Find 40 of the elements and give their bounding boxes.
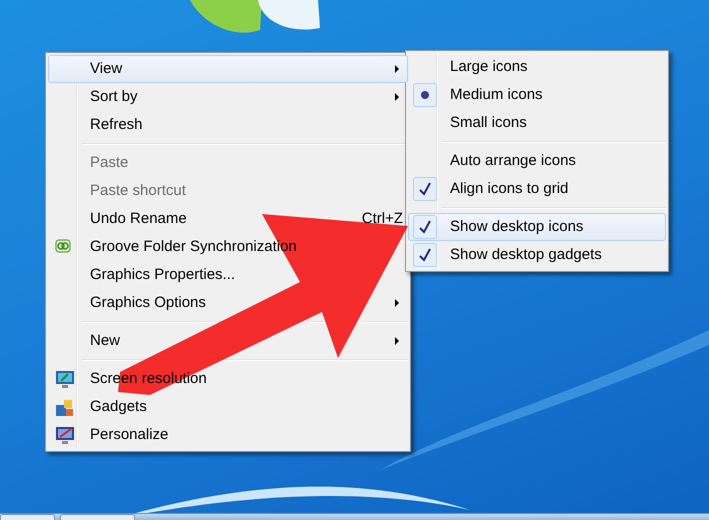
menu-label: New (89, 330, 120, 351)
menu-label: View (89, 58, 122, 79)
menu-item[interactable]: View (48, 55, 408, 83)
menu-item[interactable]: Gadgets (48, 393, 408, 421)
menu-label: Paste (89, 152, 128, 173)
monitor-brush-icon (55, 426, 75, 444)
menu-label: Graphics Properties... (89, 264, 236, 285)
menu-item[interactable]: Sort by (48, 83, 408, 111)
menu-label: Paste shortcut (89, 180, 186, 201)
menu-item[interactable]: Medium icons (408, 81, 666, 109)
monitor-icon (55, 370, 75, 388)
menu-label: Small icons (449, 112, 527, 133)
menu-item[interactable]: Graphics Properties... (48, 261, 408, 289)
menu-item[interactable]: Auto arrange icons (408, 147, 666, 175)
menu-item[interactable]: Undo Rename Ctrl+Z (48, 205, 408, 233)
menu-label: Align icons to grid (449, 178, 568, 199)
gadgets-icon (55, 398, 75, 416)
menu-label: Undo Rename (89, 208, 187, 229)
menu-item[interactable]: Graphics Options (48, 289, 408, 317)
taskbar-button[interactable] (0, 514, 55, 520)
menu-label: Gadgets (89, 396, 147, 417)
taskbar-button[interactable] (60, 514, 135, 520)
menu-item[interactable]: Show desktop gadgets (408, 241, 666, 269)
menu-label: Refresh (89, 114, 143, 135)
menu-item[interactable]: Large icons (408, 53, 666, 81)
menu-item[interactable]: Refresh (48, 111, 408, 139)
menu-label: Medium icons (449, 84, 543, 105)
shortcut-label: Ctrl+Z (362, 208, 404, 229)
menu-label: Sort by (89, 86, 138, 107)
menu-item[interactable]: New (48, 327, 408, 355)
menu-label: Show desktop gadgets (449, 244, 602, 265)
menu-label: Large icons (449, 56, 528, 77)
menu-label: Graphics Options (89, 292, 206, 313)
menu-item[interactable]: Personalize (48, 421, 408, 449)
menu-item[interactable]: Small icons (408, 109, 666, 137)
menu-item[interactable]: Align icons to grid (408, 175, 666, 203)
menu-item[interactable]: Show desktop icons (408, 213, 666, 241)
menu-label: Personalize (89, 424, 168, 445)
menu-label: Show desktop icons (449, 216, 584, 237)
menu-label: Auto arrange icons (449, 150, 576, 171)
